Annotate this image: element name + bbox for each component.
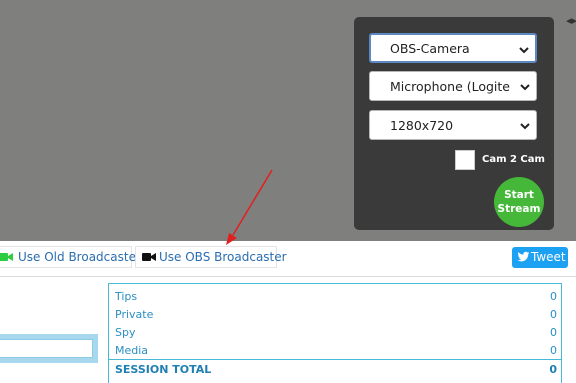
stats-row-media: Media 0 xyxy=(115,342,557,360)
stats-value: 0 xyxy=(550,308,557,321)
earnings-stats-table: Tips 0 Private 0 Spy 0 Media 0 SESSION T… xyxy=(108,283,562,383)
left-input-container xyxy=(0,334,98,363)
use-old-broadcaster-button[interactable]: Use Old Broadcaster xyxy=(0,246,141,268)
stats-row-private: Private 0 xyxy=(115,306,557,324)
use-obs-broadcaster-button[interactable]: Use OBS Broadcaster xyxy=(135,246,287,268)
tweet-label: Tweet xyxy=(531,250,566,264)
stats-value: 0 xyxy=(550,326,557,339)
session-total-label: SESSION TOTAL xyxy=(115,363,212,376)
stats-label: Private xyxy=(115,308,154,321)
stats-label: Tips xyxy=(115,290,138,303)
stats-label: Media xyxy=(115,344,149,357)
section-divider xyxy=(0,276,576,277)
use-obs-broadcaster-label: Use OBS Broadcaster xyxy=(159,250,287,264)
video-camera-icon xyxy=(142,253,156,261)
stats-value: 0 xyxy=(550,290,557,303)
stats-value: 0 xyxy=(550,344,557,357)
stats-row-session-total: SESSION TOTAL 0 xyxy=(115,361,557,379)
text-input-field[interactable] xyxy=(0,339,93,358)
twitter-bird-icon xyxy=(517,251,530,262)
session-total-value: 0 xyxy=(549,363,557,376)
tweet-button[interactable]: Tweet xyxy=(512,247,568,268)
total-separator xyxy=(109,359,561,360)
stats-label: Spy xyxy=(115,326,136,339)
video-camera-icon xyxy=(0,253,13,261)
stats-row-spy: Spy 0 xyxy=(115,324,557,342)
stats-row-tips: Tips 0 xyxy=(115,288,557,306)
use-old-broadcaster-label: Use Old Broadcaster xyxy=(18,250,141,264)
